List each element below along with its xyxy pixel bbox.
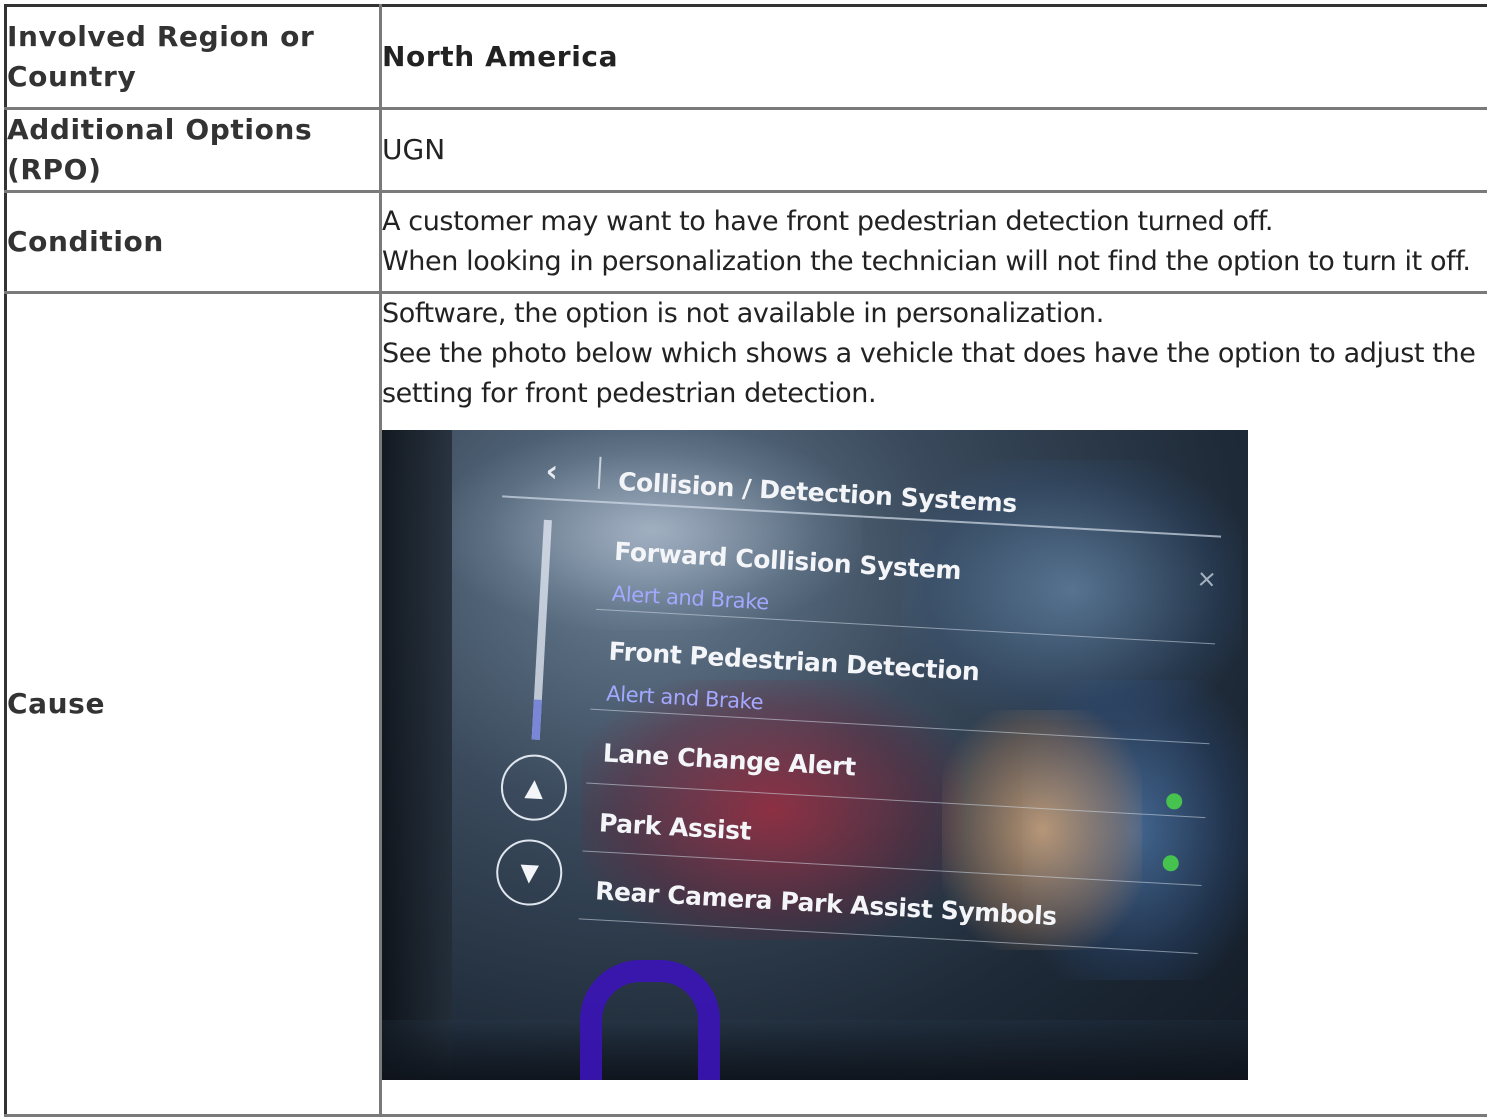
table-row: Additional Options (RPO) UGN <box>6 109 1487 192</box>
cause-text: Software, the option is not available in… <box>381 293 1487 1116</box>
menu-item: Forward Collision System Alert and Brake <box>611 532 962 633</box>
toggle-on-indicator <box>1166 793 1183 810</box>
condition-line: A customer may want to have front pedest… <box>382 202 1487 242</box>
menu-item-label: Lane Change Alert <box>602 738 856 781</box>
scrollbar <box>532 520 552 740</box>
row-value: North America <box>381 6 1487 109</box>
menu-item: Front Pedestrian Detection Alert and Bra… <box>605 632 980 735</box>
table-row: Condition A customer may want to have fr… <box>6 192 1487 293</box>
table-row: Involved Region or Country North America <box>6 6 1487 109</box>
row-value: UGN <box>381 109 1487 192</box>
table-row: Cause Software, the option is not availa… <box>6 293 1487 1116</box>
condition-line: When looking in personalization the tech… <box>382 242 1487 282</box>
menu-item: Park Assist <box>598 803 752 851</box>
screen-bezel <box>382 1020 1248 1080</box>
row-label: Cause <box>6 293 381 1116</box>
infotainment-photo: ‹ Collision / Detection Systems × Forwar… <box>382 430 1248 1080</box>
bulletin-table: Involved Region or Country North America… <box>4 4 1487 1117</box>
close-icon: × <box>1196 558 1218 599</box>
divider <box>598 457 602 489</box>
menu-item: Lane Change Alert <box>602 733 857 787</box>
triangle-up-icon: ▲ <box>524 767 544 808</box>
menu-item-sub: Alert and Brake <box>611 574 960 633</box>
scroll-up-button: ▲ <box>499 753 569 823</box>
menu-item: Rear Camera Park Assist Symbols <box>594 871 1058 937</box>
scrollbar-thumb <box>532 699 542 739</box>
menu-item-label: Park Assist <box>598 808 752 845</box>
chevron-left-icon: ‹ <box>545 452 559 493</box>
toggle-on-indicator <box>1162 855 1179 872</box>
annotation-mark <box>580 960 720 1080</box>
scroll-down-button: ▼ <box>494 838 564 908</box>
condition-text: A customer may want to have front pedest… <box>381 192 1487 293</box>
row-label: Condition <box>6 192 381 293</box>
cause-line: See the photo below which shows a vehicl… <box>382 334 1487 414</box>
row-label: Involved Region or Country <box>6 6 381 109</box>
screen-content: ‹ Collision / Detection Systems × Forwar… <box>382 430 1248 1080</box>
row-label: Additional Options (RPO) <box>6 109 381 192</box>
cause-line: Software, the option is not available in… <box>382 294 1487 334</box>
triangle-down-icon: ▼ <box>519 852 539 893</box>
